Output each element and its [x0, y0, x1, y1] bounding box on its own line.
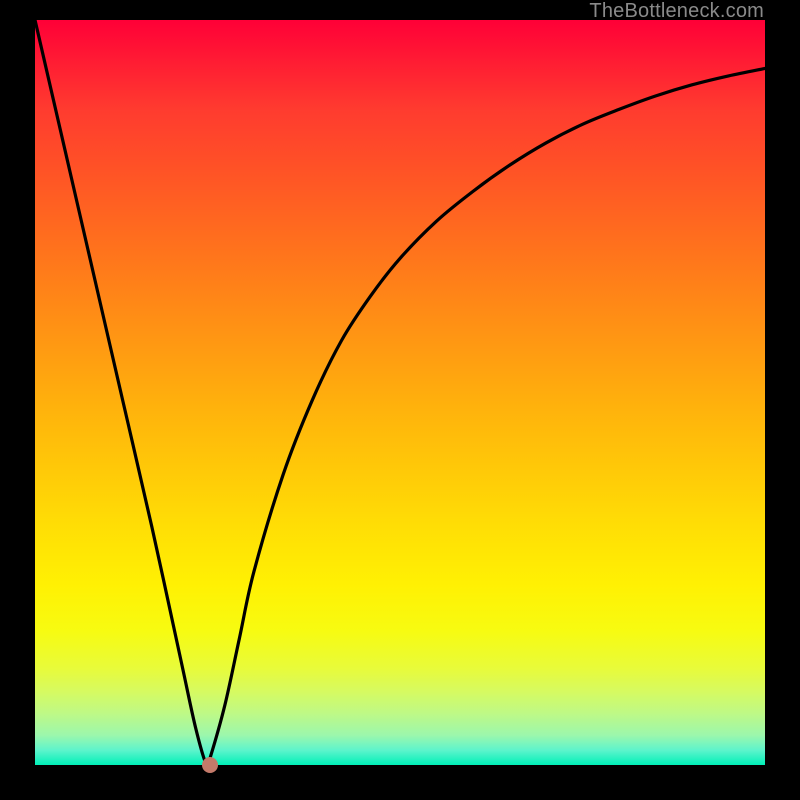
- plot-area: [35, 20, 765, 765]
- minimum-marker: [202, 757, 218, 773]
- curve-svg: [35, 20, 765, 765]
- watermark-text: TheBottleneck.com: [589, 0, 764, 23]
- chart-frame: TheBottleneck.com: [0, 0, 800, 800]
- bottleneck-curve: [35, 20, 765, 767]
